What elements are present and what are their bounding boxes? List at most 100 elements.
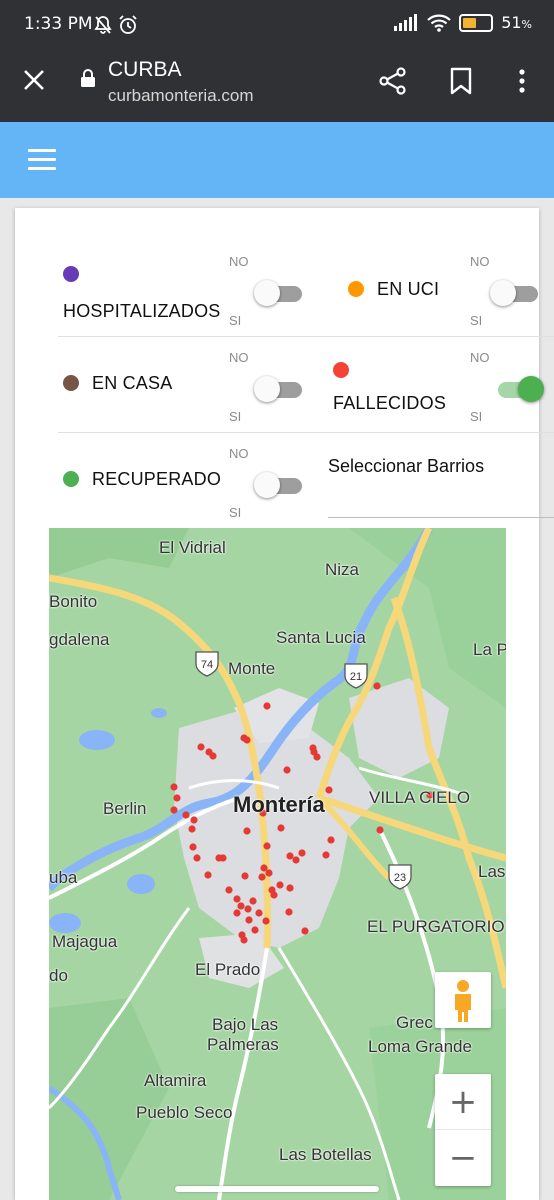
death-marker[interactable] bbox=[244, 905, 252, 913]
death-marker[interactable] bbox=[193, 854, 201, 862]
death-marker[interactable] bbox=[292, 856, 300, 864]
death-marker[interactable] bbox=[262, 917, 270, 925]
death-marker[interactable] bbox=[327, 836, 335, 844]
death-marker[interactable] bbox=[301, 927, 309, 935]
death-marker[interactable] bbox=[313, 753, 321, 761]
map-label-el-prado: El Prado bbox=[195, 960, 261, 979]
death-marker[interactable] bbox=[265, 869, 273, 877]
death-marker[interactable] bbox=[325, 786, 333, 794]
more-options-icon[interactable] bbox=[510, 66, 534, 96]
en-casa-dot-icon bbox=[63, 375, 79, 391]
map-label-el-purgatorio: EL PURGATORIO bbox=[367, 917, 505, 936]
hospitalizados-toggle[interactable] bbox=[254, 277, 310, 307]
death-marker[interactable] bbox=[209, 752, 217, 760]
close-icon[interactable] bbox=[20, 66, 48, 94]
death-marker[interactable] bbox=[263, 702, 271, 710]
death-marker[interactable] bbox=[233, 909, 241, 917]
map-label-altamira: Altamira bbox=[144, 1071, 207, 1090]
site-header bbox=[0, 122, 554, 198]
map-label-loma-grande: Loma Grande bbox=[368, 1037, 472, 1056]
death-marker[interactable] bbox=[373, 682, 381, 690]
toggle-no-label: NO bbox=[229, 446, 249, 461]
content-card: HOSPITALIZADOS NO SI EN UCI NO SI EN CAS… bbox=[15, 208, 554, 1200]
toggle-no-label: NO bbox=[470, 350, 490, 365]
recuperado-toggle[interactable] bbox=[254, 469, 310, 499]
zoom-in-button[interactable]: + bbox=[435, 1074, 491, 1130]
death-marker[interactable] bbox=[237, 902, 245, 910]
death-marker[interactable] bbox=[322, 851, 330, 859]
death-marker[interactable] bbox=[182, 811, 190, 819]
barrios-select-label[interactable]: Seleccionar Barrios bbox=[328, 456, 554, 477]
toggle-si-label: SI bbox=[229, 313, 242, 328]
death-marker[interactable] bbox=[204, 871, 212, 879]
map-label-do: do bbox=[49, 966, 68, 985]
gesture-nav-handle[interactable] bbox=[175, 1186, 379, 1192]
death-marker[interactable] bbox=[277, 824, 285, 832]
barrios-select[interactable]: Seleccionar Barrios bbox=[328, 434, 554, 529]
death-marker[interactable] bbox=[189, 843, 197, 851]
death-marker[interactable] bbox=[245, 916, 253, 924]
death-marker[interactable] bbox=[240, 936, 248, 944]
status-right: 51% bbox=[393, 13, 532, 32]
death-marker[interactable] bbox=[276, 881, 284, 889]
filter-fallecidos: FALLECIDOS NO SI bbox=[328, 338, 554, 433]
fallecidos-toggle[interactable] bbox=[490, 373, 546, 403]
en-casa-toggle[interactable] bbox=[254, 373, 310, 403]
map[interactable]: 74 21 23 El Vidrial Niza Bonito gdalena … bbox=[49, 528, 506, 1200]
death-marker[interactable] bbox=[173, 794, 181, 802]
death-marker[interactable] bbox=[285, 908, 293, 916]
svg-text:74: 74 bbox=[201, 659, 213, 671]
wifi-icon bbox=[427, 14, 451, 32]
street-view-pegman-icon[interactable] bbox=[435, 972, 491, 1028]
map-label-el-vidrial: El Vidrial bbox=[159, 538, 226, 557]
death-marker[interactable] bbox=[233, 895, 241, 903]
death-marker[interactable] bbox=[255, 909, 263, 917]
page-url[interactable]: curbamonteria.com bbox=[108, 86, 254, 106]
map-label-monte: Monte bbox=[228, 659, 276, 678]
en-uci-toggle[interactable] bbox=[490, 277, 546, 307]
death-marker[interactable] bbox=[283, 766, 291, 774]
death-marker[interactable] bbox=[286, 852, 294, 860]
share-icon[interactable] bbox=[378, 66, 408, 96]
death-marker[interactable] bbox=[241, 872, 249, 880]
filter-en-uci: EN UCI NO SI bbox=[328, 242, 554, 337]
menu-icon[interactable] bbox=[28, 149, 56, 171]
zoom-out-button[interactable]: − bbox=[435, 1130, 491, 1186]
en-uci-dot-icon bbox=[348, 281, 364, 297]
death-marker[interactable] bbox=[197, 743, 205, 751]
signal-icon bbox=[394, 13, 418, 31]
route-74-shield: 74 bbox=[195, 651, 219, 677]
death-marker[interactable] bbox=[170, 783, 178, 791]
death-marker[interactable] bbox=[270, 891, 278, 899]
map-label-gdalena: gdalena bbox=[49, 630, 110, 649]
toggle-si-label: SI bbox=[470, 313, 483, 328]
map-label-niza: Niza bbox=[325, 560, 360, 579]
death-marker[interactable] bbox=[249, 897, 257, 905]
death-marker[interactable] bbox=[298, 849, 306, 857]
death-marker[interactable] bbox=[219, 854, 227, 862]
map-label-villa-cielo: VILLA CIELO bbox=[369, 788, 471, 807]
death-marker[interactable] bbox=[188, 825, 196, 833]
death-marker[interactable] bbox=[225, 886, 233, 894]
route-21-shield: 21 bbox=[344, 663, 368, 689]
map-label-bajo-las: Bajo Las bbox=[212, 1015, 279, 1034]
filter-row: EN CASA NO SI FALLECIDOS NO SI bbox=[58, 338, 554, 433]
map-label-las: Las bbox=[478, 862, 506, 881]
filter-label: EN CASA bbox=[92, 373, 173, 393]
battery-percent: 51% bbox=[501, 13, 532, 32]
map-label-berlin: Berlin bbox=[103, 799, 147, 818]
map-label-palmeras: Palmeras bbox=[207, 1035, 279, 1054]
death-marker[interactable] bbox=[376, 826, 384, 834]
map-label-bonito: Bonito bbox=[49, 592, 98, 611]
death-marker[interactable] bbox=[243, 827, 251, 835]
death-marker[interactable] bbox=[243, 736, 251, 744]
death-marker[interactable] bbox=[263, 842, 271, 850]
filter-label: EN UCI bbox=[377, 279, 440, 299]
filter-label: FALLECIDOS bbox=[333, 393, 447, 413]
bookmark-icon[interactable] bbox=[448, 66, 474, 96]
death-marker[interactable] bbox=[286, 884, 294, 892]
death-marker[interactable] bbox=[251, 926, 259, 934]
death-marker[interactable] bbox=[170, 806, 178, 814]
death-marker[interactable] bbox=[190, 816, 198, 824]
death-marker[interactable] bbox=[258, 873, 266, 881]
